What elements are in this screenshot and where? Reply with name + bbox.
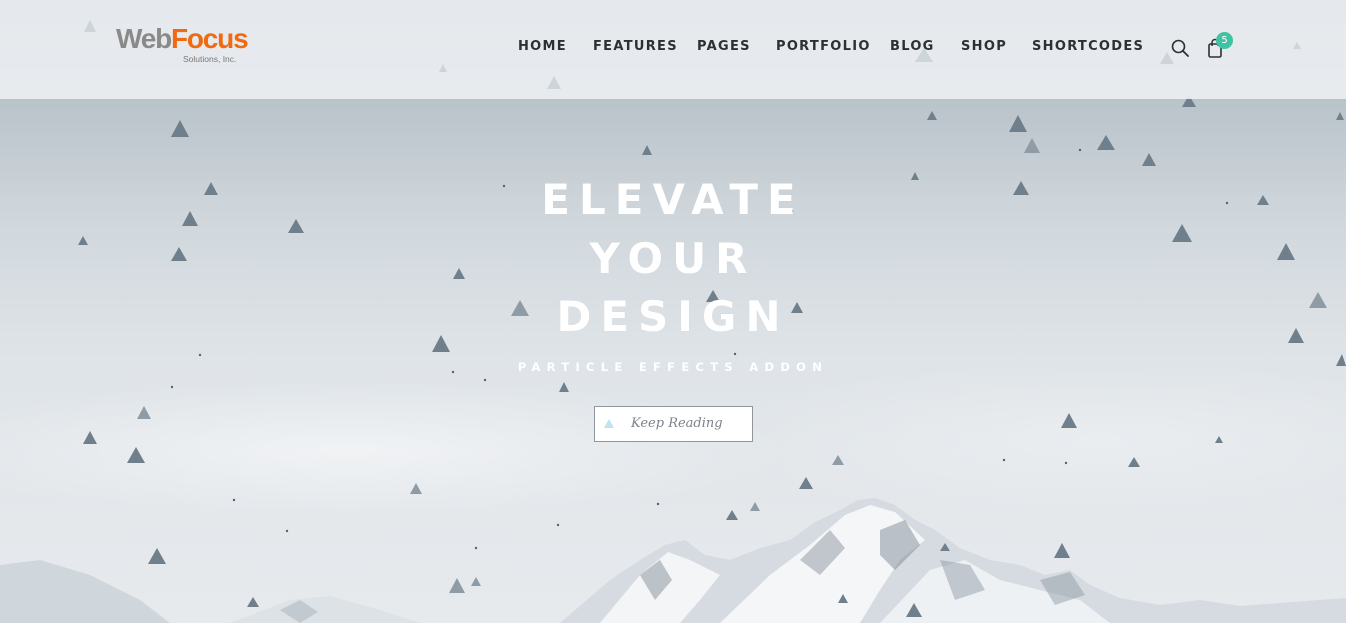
hero-headline-line-2: YOUR [589,234,757,283]
particle-triangle [838,594,848,603]
particle-dot [483,378,487,382]
particle-triangle [1024,138,1040,153]
hero-headline-line-3: DESIGN [556,292,790,341]
keep-reading-button[interactable]: Keep Reading [594,406,753,442]
particle-triangle [171,120,189,137]
particle-triangle [547,76,561,89]
particle-triangle [1336,112,1344,120]
triangle-icon [604,419,614,428]
particle-dot [198,353,202,357]
nav-item-blog[interactable]: BLOG [890,39,935,54]
particle-triangle [832,455,844,465]
particle-triangle [750,502,760,511]
particle-triangle [137,406,151,419]
nav-item-home[interactable]: HOME [518,39,567,54]
particle-triangle [84,20,96,32]
nav-item-pages[interactable]: PAGES [697,39,751,54]
nav-item-features[interactable]: FEATURES [593,39,678,54]
particle-dot [656,502,660,506]
particle-triangle [127,447,145,463]
particle-triangle [410,483,422,494]
nav-item-shortcodes[interactable]: SHORTCODES [1032,39,1144,54]
particle-triangle [726,510,738,520]
particle-dot [170,385,174,389]
particle-triangle [83,431,97,444]
particle-triangle [148,548,166,564]
particle-triangle [439,64,447,72]
particle-dot [285,529,289,533]
particle-dot [1064,461,1068,465]
search-icon[interactable] [1170,38,1190,58]
particle-dot [733,352,737,356]
particle-triangle [940,543,950,551]
particle-triangle [471,577,481,586]
keep-reading-label: Keep Reading [631,416,723,431]
particle-triangle [1215,436,1223,443]
particle-triangle [799,477,813,489]
nav-item-shop[interactable]: SHOP [961,39,1007,54]
particle-triangle [642,145,652,155]
particle-triangle [247,597,259,607]
particle-triangle [1009,115,1027,132]
particle-dot [556,523,560,527]
particle-triangle [1097,135,1115,150]
hero-headline-line-1: ELEVATE [541,175,805,224]
particle-triangle [1054,543,1070,558]
particle-dot [1002,458,1006,462]
particle-triangle [559,382,569,392]
particle-dot [474,546,478,550]
particle-dot [232,498,236,502]
main-navigation: HOME FEATURES PAGES PORTFOLIO BLOG SHOP … [0,39,1346,59]
particle-dot [1078,148,1082,152]
particle-triangle [906,603,922,617]
site-header: WebFocus Solutions, Inc. HOME FEATURES P… [0,0,1346,99]
particle-triangle [1061,413,1077,428]
particle-triangle [927,111,937,120]
hero-subheadline: PARTICLE EFFECTS ADDON [517,360,829,374]
nav-item-portfolio[interactable]: PORTFOLIO [776,39,871,54]
cart-count-badge: 5 [1216,32,1233,49]
particle-triangle [1142,153,1156,166]
particle-triangle [449,578,465,593]
particle-triangle [1128,457,1140,467]
